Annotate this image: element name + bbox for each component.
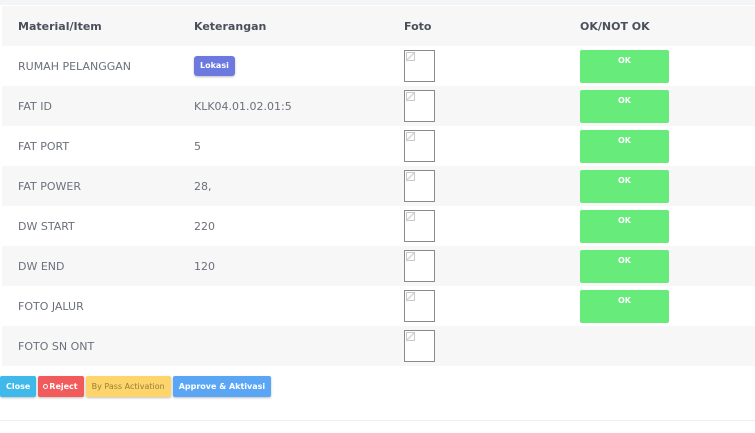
item-name: DW START [18, 219, 75, 233]
ok-button[interactable]: OK [580, 289, 669, 323]
item-name: FAT PORT [18, 139, 70, 153]
item-name: FAT ID [18, 99, 52, 113]
broken-image-icon [406, 92, 415, 101]
photo-thumbnail[interactable] [404, 250, 435, 282]
broken-image-icon [406, 212, 415, 221]
foto-cell [404, 46, 580, 86]
foto-cell [404, 246, 580, 286]
photo-thumbnail[interactable] [404, 290, 435, 322]
material-table: Material/Item Keterangan Foto OK/NOT OK … [2, 6, 755, 366]
reject-button[interactable]: Reject [38, 376, 84, 397]
table-row: RUMAH PELANGGAN Lokasi OK [2, 46, 755, 86]
table-header-row: Material/Item Keterangan Foto OK/NOT OK [2, 6, 755, 46]
close-button[interactable]: Close [0, 376, 37, 397]
ok-button[interactable]: OK [580, 49, 669, 83]
foto-cell [404, 326, 580, 366]
reject-label: Reject [49, 382, 78, 391]
broken-image-icon [406, 292, 415, 301]
photo-thumbnail[interactable] [404, 130, 435, 162]
foto-cell [404, 206, 580, 246]
status-cell: OK [580, 126, 755, 166]
ok-button[interactable]: OK [580, 169, 669, 203]
foto-cell [404, 126, 580, 166]
item-name: DW END [18, 259, 65, 273]
foto-cell [404, 86, 580, 126]
action-bar: Close Reject By Pass Activation Approve … [0, 376, 272, 397]
keterangan-value: 220 [194, 219, 215, 233]
bypass-activation-button[interactable]: By Pass Activation [85, 376, 171, 397]
photo-thumbnail[interactable] [404, 90, 435, 122]
keterangan-value [194, 326, 404, 366]
status-cell [580, 326, 755, 366]
photo-thumbnail[interactable] [404, 50, 435, 82]
header-keterangan: Keterangan [194, 19, 267, 33]
broken-image-icon [406, 132, 415, 141]
broken-image-icon [406, 172, 415, 181]
status-cell: OK [580, 166, 755, 206]
ok-button[interactable]: OK [580, 129, 669, 163]
foto-cell [404, 166, 580, 206]
photo-thumbnail[interactable] [404, 210, 435, 242]
status-cell: OK [580, 86, 755, 126]
header-foto: Foto [404, 19, 432, 33]
top-divider [0, 0, 755, 5]
item-name: FOTO JALUR [18, 299, 84, 313]
status-cell: OK [580, 286, 755, 326]
ok-button[interactable]: OK [580, 209, 669, 243]
header-material-item: Material/Item [18, 19, 102, 33]
broken-image-icon [406, 332, 415, 341]
table-row: DW START 220 OK [2, 206, 755, 246]
keterangan-value: KLK04.01.02.01:5 [194, 99, 292, 113]
photo-thumbnail[interactable] [404, 330, 435, 362]
keterangan-value: 120 [194, 259, 215, 273]
item-name: FOTO SN ONT [18, 339, 95, 353]
foto-cell [404, 286, 580, 326]
approve-activate-button[interactable]: Approve & Aktivasi [172, 376, 272, 397]
keterangan-value: 5 [194, 139, 201, 153]
ok-button[interactable]: OK [580, 89, 669, 123]
table-row: FOTO JALUR OK [2, 286, 755, 326]
status-cell: OK [580, 246, 755, 286]
photo-thumbnail[interactable] [404, 170, 435, 202]
table-row: DW END 120 OK [2, 246, 755, 286]
broken-image-icon [406, 252, 415, 261]
table-row: FOTO SN ONT [2, 326, 755, 366]
broken-image-icon [406, 52, 415, 61]
reject-icon [43, 384, 49, 389]
status-cell: OK [580, 206, 755, 246]
approval-panel: Material/Item Keterangan Foto OK/NOT OK … [0, 0, 755, 433]
table-row: FAT PORT 5 OK [2, 126, 755, 166]
item-name: RUMAH PELANGGAN [18, 59, 131, 73]
table-row: FAT POWER 28, OK [2, 166, 755, 206]
lokasi-button[interactable]: Lokasi [194, 56, 235, 76]
ok-button[interactable]: OK [580, 249, 669, 283]
bottom-divider [0, 420, 755, 421]
item-name: FAT POWER [18, 179, 81, 193]
keterangan-value [194, 286, 404, 326]
keterangan-value: 28, [194, 179, 212, 193]
status-cell: OK [580, 46, 755, 86]
keterangan-cell: Lokasi [194, 46, 404, 86]
table-row: FAT ID KLK04.01.02.01:5 OK [2, 86, 755, 126]
header-status: OK/NOT OK [580, 19, 650, 33]
